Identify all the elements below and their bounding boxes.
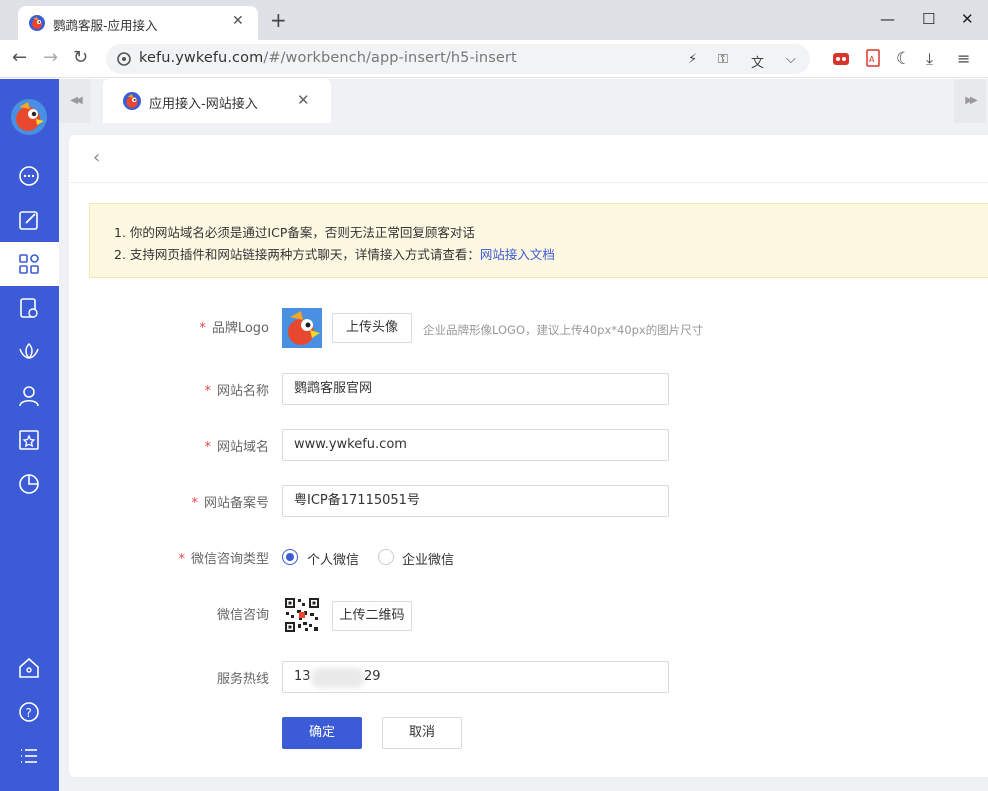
notice-box: 1. 你的网站域名必须是通过ICP备案，否则无法正常回复顾客对话 2. 支持网页… — [89, 203, 988, 278]
apps-icon[interactable] — [17, 252, 41, 276]
list-icon[interactable] — [17, 744, 41, 768]
cancel-button[interactable]: 取消 — [382, 717, 462, 749]
browser-toolbar: ← → ↻ kefu.ywkefu.com/#/workbench/app-in… — [0, 40, 988, 78]
integration-doc-link[interactable]: 网站接入文档 — [480, 247, 555, 262]
site-domain-input[interactable]: www.ywkefu.com — [282, 429, 669, 461]
edit-icon[interactable] — [17, 208, 41, 232]
back-bar: ‹ — [69, 135, 988, 183]
download-icon[interactable]: ⤓ — [926, 49, 944, 68]
app-area: ◀◀ 应用接入-网站接入 ✕ ▶▶ ‹ 1. 你的网站域名必须是通过ICP备案，… — [59, 79, 988, 791]
pie-chart-icon[interactable] — [17, 472, 41, 496]
address-bar[interactable]: kefu.ywkefu.com/#/workbench/app-insert/h… — [106, 44, 810, 74]
logo-hint: 企业品牌形像LOGO，建议上传40px*40px的图片尺寸 — [423, 323, 704, 337]
site-name-label: * 网站名称 — [204, 384, 269, 399]
new-tab-icon[interactable]: + — [270, 10, 287, 30]
browser-tab[interactable]: 鹦鹉客服-应用接入 ✕ — [18, 6, 258, 40]
svg-text:?: ? — [26, 706, 32, 720]
enterprise-wechat-radio[interactable] — [378, 549, 394, 565]
hotline-end: 29 — [364, 669, 381, 684]
logo-label: * 品牌Logo — [199, 321, 269, 336]
chevron-down-icon[interactable]: ⌵ — [786, 52, 796, 67]
wechat-type-label: * 微信咨询类型 — [178, 552, 269, 567]
moon-icon[interactable]: ☾ — [896, 49, 914, 69]
chevron-left-icon[interactable]: ‹ — [93, 147, 100, 168]
reload-icon[interactable]: ↻ — [73, 48, 88, 68]
forward-arrow-icon[interactable]: → — [43, 48, 58, 68]
parrot-logo-icon — [29, 15, 45, 31]
lightning-icon[interactable]: ⚡ — [688, 52, 697, 67]
site-name-input[interactable]: 鹦鹉客服官网 — [282, 373, 669, 405]
browser-tabstrip: 鹦鹉客服-应用接入 ✕ + — ☐ ✕ — [0, 0, 988, 40]
icp-input[interactable]: 粤ICP备17115051号 — [282, 485, 669, 517]
upload-logo-button[interactable]: 上传头像 — [332, 313, 412, 343]
tabs-scroll-left-icon[interactable]: ◀◀ — [59, 79, 91, 123]
maximize-icon[interactable]: ☐ — [922, 10, 935, 28]
pdf-icon[interactable]: A — [864, 49, 882, 67]
notice-line-2: 2. 支持网页插件和网站链接两种方式聊天，详情接入方式请查看：网站接入文档 — [114, 247, 555, 262]
notice-line-1: 1. 你的网站域名必须是通过ICP备案，否则无法正常回复顾客对话 — [114, 225, 475, 240]
back-arrow-icon[interactable]: ← — [12, 48, 27, 68]
minimize-icon[interactable]: — — [880, 10, 895, 28]
browser-tab-title: 鹦鹉客服-应用接入 — [53, 18, 158, 33]
qr-code-image — [284, 597, 320, 633]
clipboard-clock-icon[interactable] — [17, 296, 41, 320]
close-tab-icon[interactable]: ✕ — [232, 13, 244, 29]
parrot-logo-icon[interactable] — [11, 99, 47, 135]
form-card: ‹ 1. 你的网站域名必须是通过ICP备案，否则无法正常回复顾客对话 2. 支持… — [69, 135, 988, 777]
parrot-logo-icon — [123, 92, 141, 110]
star-box-icon[interactable] — [17, 428, 41, 452]
personal-wechat-radio[interactable] — [282, 549, 298, 565]
close-tab-icon[interactable]: ✕ — [297, 91, 310, 109]
chat-icon[interactable] — [17, 164, 41, 188]
upload-qr-button[interactable]: 上传二维码 — [332, 601, 412, 631]
wechat-qr-label: 微信咨询 — [216, 608, 269, 623]
icp-label: * 网站备案号 — [191, 496, 269, 511]
hotline-start: 13 — [294, 669, 311, 684]
site-info-icon[interactable] — [117, 52, 131, 66]
home-icon[interactable] — [17, 656, 41, 680]
enterprise-wechat-label[interactable]: 企业微信 — [402, 549, 454, 568]
extension-icon[interactable] — [832, 49, 850, 67]
personal-wechat-label[interactable]: 个人微信 — [307, 549, 359, 568]
url-text[interactable]: kefu.ywkefu.com/#/workbench/app-insert/h… — [139, 50, 517, 66]
translate-icon[interactable]: 文 — [751, 52, 764, 71]
app-tabbar: ◀◀ 应用接入-网站接入 ✕ ▶▶ — [59, 79, 988, 123]
app-tab[interactable]: 应用接入-网站接入 ✕ — [103, 79, 331, 123]
site-domain-label: * 网站域名 — [204, 440, 269, 455]
sidebar: ? — [0, 79, 59, 791]
window-close-icon[interactable]: ✕ — [961, 10, 974, 28]
redacted-blur — [311, 668, 365, 688]
lotus-icon[interactable] — [17, 340, 41, 364]
svg-text:A: A — [869, 55, 875, 64]
user-icon[interactable] — [17, 384, 41, 408]
app-tab-title: 应用接入-网站接入 — [149, 97, 258, 112]
confirm-button[interactable]: 确定 — [282, 717, 362, 749]
help-icon[interactable]: ? — [17, 700, 41, 724]
tabs-scroll-right-icon[interactable]: ▶▶ — [954, 79, 986, 123]
brand-logo-image — [282, 308, 322, 348]
hotline-input[interactable]: 13 29 — [282, 661, 669, 693]
hotline-label: 服务热线 — [216, 672, 269, 687]
key-icon[interactable]: ⚿ — [718, 52, 728, 67]
menu-icon[interactable]: ≡ — [957, 49, 975, 68]
